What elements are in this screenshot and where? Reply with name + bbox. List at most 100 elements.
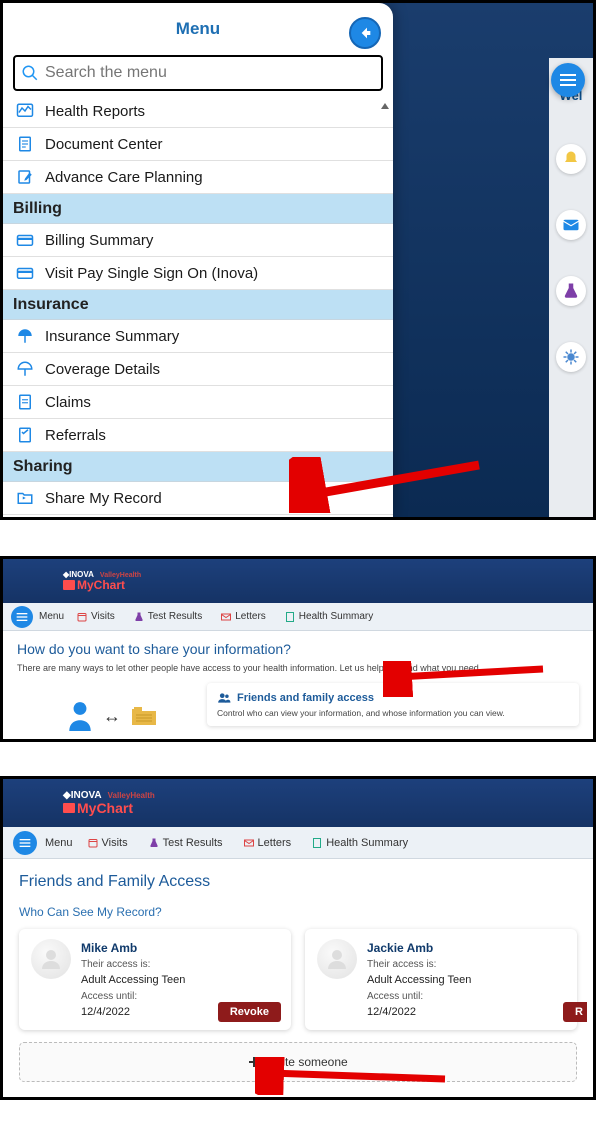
nav-label: Visits	[102, 837, 128, 849]
credit-card-icon	[15, 263, 35, 283]
menu-item-label: Health Reports	[45, 103, 145, 120]
menu-item-visit-pay-sso[interactable]: Visit Pay Single Sign On (Inova)	[3, 257, 393, 290]
search-input[interactable]	[45, 64, 375, 82]
menu-item-claims[interactable]: Claims	[3, 386, 393, 419]
folder-share-icon	[15, 488, 35, 508]
menu-item-label: Billing Summary	[45, 232, 153, 249]
share-question: How do you want to share your informatio…	[17, 641, 579, 657]
brand-logo: ◆INOVAValleyHealth MyChart	[63, 791, 155, 815]
arrow-left-icon	[357, 25, 373, 41]
brand-logo: ◆INOVAValleyHealth MyChart	[63, 571, 141, 591]
menu-item-health-reports[interactable]: Health Reports	[3, 95, 393, 128]
revoke-button[interactable]: Revoke	[218, 1002, 281, 1022]
menu-panel: Menu Health Reports Document Center Adva…	[3, 3, 393, 517]
access-type: Adult Accessing Teen	[81, 972, 279, 989]
menu-search-box[interactable]	[13, 55, 383, 91]
nav-bar: Menu Visits Test Results Letters Health …	[3, 827, 593, 859]
menu-item-share-everywhere[interactable]: Share Everywhere	[3, 515, 393, 517]
nav-visits[interactable]: Visits	[81, 837, 134, 849]
screenshot-share-info: ◆INOVAValleyHealth MyChart Menu Visits T…	[0, 556, 596, 742]
nav-health-summary[interactable]: Health Summary	[278, 611, 379, 623]
mychart-text: MyChart	[77, 579, 125, 591]
menu-item-share-my-record[interactable]: Share My Record	[3, 482, 393, 515]
umbrella-icon	[15, 359, 35, 379]
menu-item-insurance-summary[interactable]: Insurance Summary	[3, 320, 393, 353]
avatar	[317, 939, 357, 979]
credit-card-icon	[15, 230, 35, 250]
invite-label: Invite someone	[266, 1055, 347, 1069]
menu-item-label: Claims	[45, 394, 91, 411]
menu-list[interactable]: Health Reports Document Center Advance C…	[3, 95, 393, 517]
menu-section-insurance: Insurance	[3, 290, 393, 320]
nav-test-results[interactable]: Test Results	[142, 837, 229, 849]
menu-item-advance-care[interactable]: Advance Care Planning	[3, 161, 393, 194]
nav-letters[interactable]: Letters	[214, 611, 272, 623]
back-button[interactable]	[349, 17, 381, 49]
plus-icon	[248, 1056, 260, 1068]
nav-label: Letters	[235, 611, 266, 622]
menu-item-label: Visit Pay Single Sign On (Inova)	[45, 265, 258, 282]
nav-bar: Menu Visits Test Results Letters Health …	[3, 603, 593, 631]
flask-icon	[556, 276, 586, 306]
mychart-icon	[63, 580, 75, 590]
nav-health-summary[interactable]: Health Summary	[305, 837, 414, 849]
scroll-up-indicator	[381, 103, 389, 109]
mychart-icon	[63, 803, 75, 813]
bell-icon	[556, 144, 586, 174]
access-type: Adult Accessing Teen	[367, 972, 565, 989]
section-subtitle: Who Can See My Record?	[19, 905, 577, 919]
hamburger-button[interactable]	[551, 63, 585, 97]
share-graphic: ↔	[17, 683, 207, 731]
access-card: Mike Amb Their access is: Adult Accessin…	[19, 929, 291, 1030]
menu-item-label: Document Center	[45, 136, 163, 153]
revoke-button[interactable]: R	[563, 1002, 587, 1022]
nav-label: Health Summary	[299, 611, 373, 622]
invite-someone-button[interactable]: Invite someone	[19, 1042, 577, 1082]
menu-item-billing-summary[interactable]: Billing Summary	[3, 224, 393, 257]
access-cards-row: Mike Amb Their access is: Adult Accessin…	[19, 929, 577, 1030]
document-icon	[15, 134, 35, 154]
valley-logo: ValleyHealth	[108, 792, 155, 800]
ff-body: Friends and Family Access Who Can See My…	[3, 859, 593, 1082]
until-date: 12/4/2022	[367, 1004, 565, 1021]
friends-family-card[interactable]: Friends and family access Control who ca…	[207, 683, 579, 726]
folder-icon	[131, 705, 157, 727]
nav-test-results[interactable]: Test Results	[127, 611, 208, 623]
nav-label: Letters	[258, 837, 292, 849]
menu-item-coverage-details[interactable]: Coverage Details	[3, 353, 393, 386]
virus-icon	[556, 342, 586, 372]
nav-menu-label[interactable]: Menu	[45, 837, 73, 849]
nav-menu-label[interactable]: Menu	[39, 611, 64, 622]
menu-item-label: Referrals	[45, 427, 106, 444]
background-sidebar-peek: Wel	[549, 58, 593, 517]
menu-item-label: Share My Record	[45, 490, 162, 507]
access-label: Their access is:	[367, 957, 565, 972]
screenshot-friends-family: ◆INOVAValleyHealth MyChart Menu Visits T…	[0, 776, 596, 1100]
top-bar: ◆INOVAValleyHealth MyChart	[3, 779, 593, 827]
note-icon	[15, 425, 35, 445]
menu-item-label: Insurance Summary	[45, 328, 179, 345]
nav-label: Visits	[91, 611, 115, 622]
umbrella-icon	[15, 326, 35, 346]
swap-icon: ↔	[103, 706, 121, 727]
menu-section-billing: Billing	[3, 194, 393, 224]
search-icon	[21, 64, 39, 82]
nav-letters[interactable]: Letters	[237, 837, 298, 849]
nav-hamburger[interactable]	[11, 606, 33, 628]
nav-visits[interactable]: Visits	[70, 611, 121, 623]
screenshot-menu-panel: Wel Menu Health Reports Docu	[0, 0, 596, 520]
person-icon	[67, 701, 93, 731]
nav-hamburger[interactable]	[13, 831, 37, 855]
mychart-text: MyChart	[77, 801, 133, 815]
menu-item-label: Advance Care Planning	[45, 169, 203, 186]
avatar	[31, 939, 71, 979]
until-label: Access until:	[367, 989, 565, 1004]
menu-item-document-center[interactable]: Document Center	[3, 128, 393, 161]
person-name: Mike Amb	[81, 939, 279, 957]
pencil-icon	[15, 167, 35, 187]
top-bar: ◆INOVAValleyHealth MyChart	[3, 559, 593, 603]
card-desc: Control who can view your information, a…	[217, 708, 569, 718]
mail-icon	[556, 210, 586, 240]
menu-item-referrals[interactable]: Referrals	[3, 419, 393, 452]
page-title: Friends and Family Access	[19, 873, 577, 891]
